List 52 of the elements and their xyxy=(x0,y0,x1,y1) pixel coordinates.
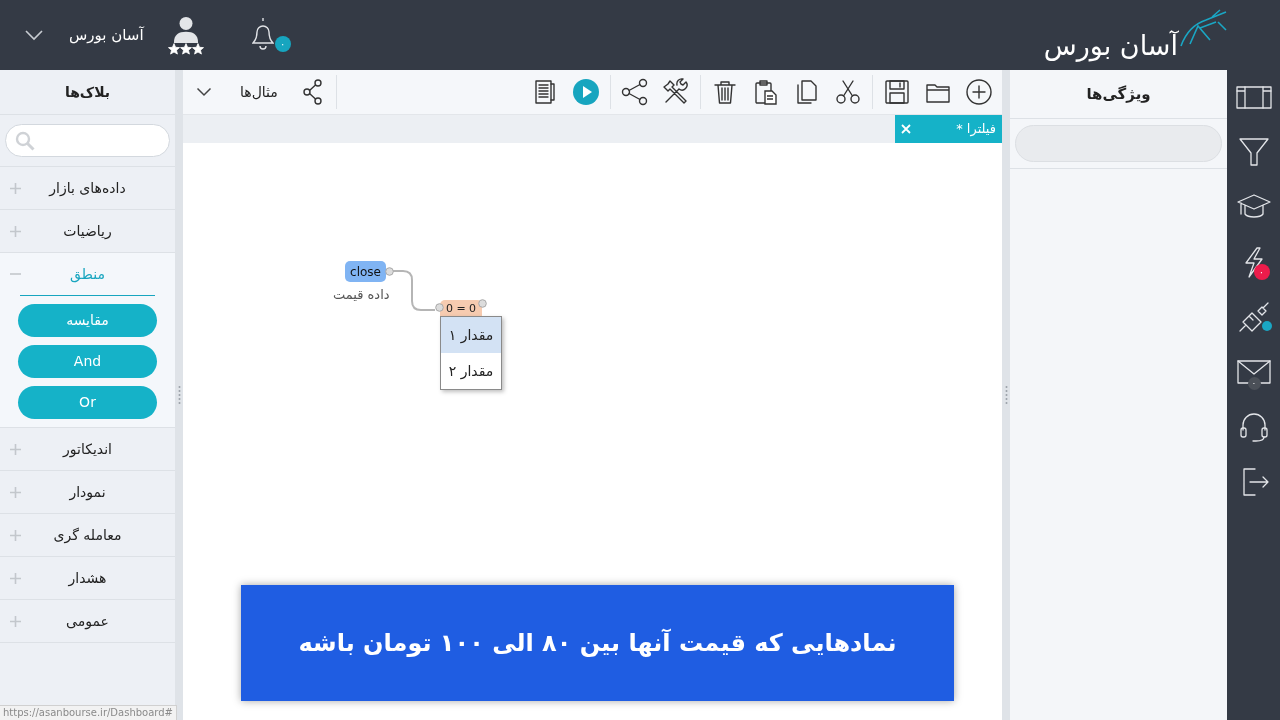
operator-node[interactable]: 0 = 0 xyxy=(440,300,482,316)
minus-icon xyxy=(10,273,21,275)
caption-text: نمادهایی که قیمت آنها بین ۸۰ الی ۱۰۰ تومان باشه xyxy=(298,627,897,659)
panel-title: بلاک‌ها xyxy=(64,82,111,102)
category-item[interactable]: اندیکاتور xyxy=(0,428,175,470)
data-node[interactable]: close xyxy=(345,261,386,282)
category-item[interactable]: هشدار xyxy=(0,557,175,599)
plus-icon xyxy=(10,529,21,541)
notification-badge: ۰ xyxy=(274,36,291,52)
connector-line xyxy=(392,270,436,311)
share-icon[interactable] xyxy=(621,78,649,106)
close-icon[interactable] xyxy=(900,123,912,135)
dropdown-item[interactable]: مقدار ۱ xyxy=(441,317,501,353)
paste-icon[interactable] xyxy=(752,78,780,106)
plus-icon xyxy=(10,572,21,584)
category-item[interactable]: معامله گری xyxy=(0,514,175,556)
status-url-text: https://asanbourse.ir/Dashboard# xyxy=(0,705,177,720)
star-icon xyxy=(167,43,180,55)
examples-dropdown[interactable]: مثال‌ها xyxy=(196,75,278,109)
notification-badge: ۰ xyxy=(1247,377,1261,390)
notification-badge: ۰ xyxy=(1253,264,1270,280)
grip-icon xyxy=(1004,385,1008,405)
scissors-icon[interactable] xyxy=(834,78,862,106)
star-icon xyxy=(179,43,192,55)
avatar-icon[interactable] xyxy=(172,15,199,43)
node-caption: داده قیمت xyxy=(333,286,390,304)
user-menu[interactable]: آسان بورس xyxy=(24,15,144,55)
panel-title: ویژگی‌ها xyxy=(1086,83,1151,105)
plus-icon xyxy=(10,443,21,455)
category-item[interactable]: ریاضیات xyxy=(0,210,175,252)
category-item[interactable]: داده‌های بازار xyxy=(0,167,175,209)
dropdown-item[interactable]: مقدار ۲ xyxy=(441,353,501,389)
category-item[interactable]: عمومی xyxy=(0,600,175,642)
plus-icon xyxy=(10,486,21,498)
plus-icon xyxy=(10,225,21,237)
search-field[interactable] xyxy=(5,124,170,157)
chevron-down-icon xyxy=(196,87,212,97)
plus-icon xyxy=(10,615,21,627)
share-icon[interactable] xyxy=(300,78,325,106)
trash-icon[interactable] xyxy=(711,78,739,106)
star-icon xyxy=(191,43,204,55)
tools-icon[interactable] xyxy=(662,78,690,106)
properties-field[interactable] xyxy=(1015,125,1222,162)
grip-icon xyxy=(177,385,181,405)
search-icon xyxy=(15,130,35,151)
category-item[interactable]: نمودار xyxy=(0,471,175,513)
plus-icon xyxy=(10,182,21,194)
save-icon[interactable] xyxy=(883,78,911,106)
play-icon[interactable] xyxy=(572,78,600,106)
chevron-down-icon xyxy=(24,29,44,41)
plus-circle-icon[interactable] xyxy=(965,78,993,106)
bell-icon[interactable] xyxy=(251,16,274,52)
